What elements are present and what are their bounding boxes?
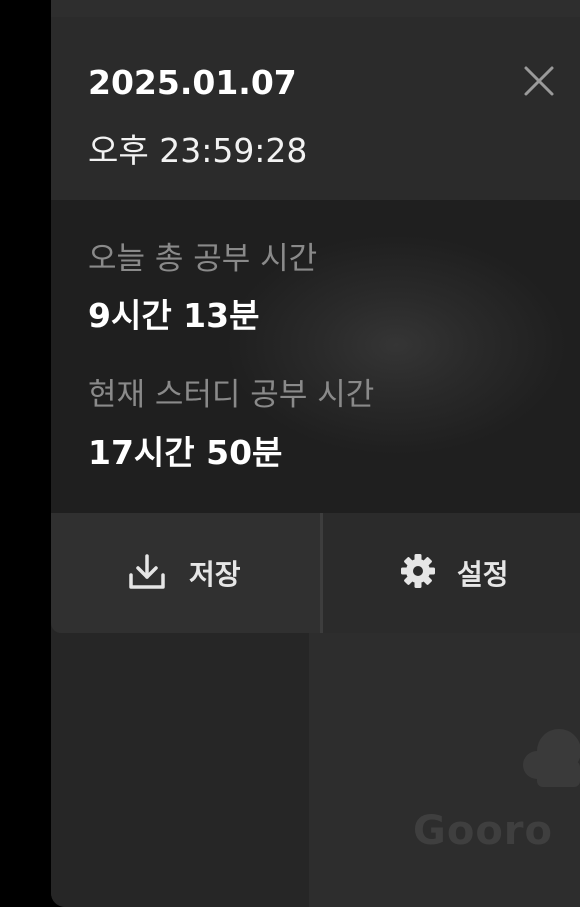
study-timer-panel: 2025.01.07 오후 23:59:28 오늘 총 공부 시간 9시간 13… [51, 0, 580, 907]
current-study-value: 17시간 50분 [88, 433, 283, 472]
today-study-label: 오늘 총 공부 시간 [88, 241, 318, 277]
current-date: 2025.01.07 [88, 63, 297, 102]
gear-icon [401, 554, 435, 588]
close-icon [524, 66, 554, 96]
study-stats-section: 오늘 총 공부 시간 9시간 13분 현재 스터디 공부 시간 17시간 50분 [51, 200, 580, 513]
current-study-label: 현재 스터디 공부 시간 [88, 377, 375, 413]
settings-button[interactable]: 설정 [323, 513, 580, 633]
cloud-logo-icon [523, 729, 580, 787]
action-bar: 저장 설정 [51, 513, 580, 633]
lower-left-area [51, 633, 309, 907]
app-screen: 2025.01.07 오후 23:59:28 오늘 총 공부 시간 9시간 13… [0, 0, 580, 907]
close-button[interactable] [519, 61, 559, 101]
download-icon [129, 554, 165, 589]
watermark-text: Gooro [413, 808, 553, 854]
lower-right-area [309, 633, 580, 907]
today-study-value: 9시간 13분 [88, 296, 260, 335]
settings-button-label: 설정 [457, 558, 509, 591]
save-button-label: 저장 [189, 558, 241, 591]
save-button[interactable]: 저장 [51, 513, 320, 633]
panel-top-strip [51, 0, 580, 17]
panel-header: 2025.01.07 오후 23:59:28 [51, 17, 580, 200]
current-time: 오후 23:59:28 [88, 131, 308, 170]
